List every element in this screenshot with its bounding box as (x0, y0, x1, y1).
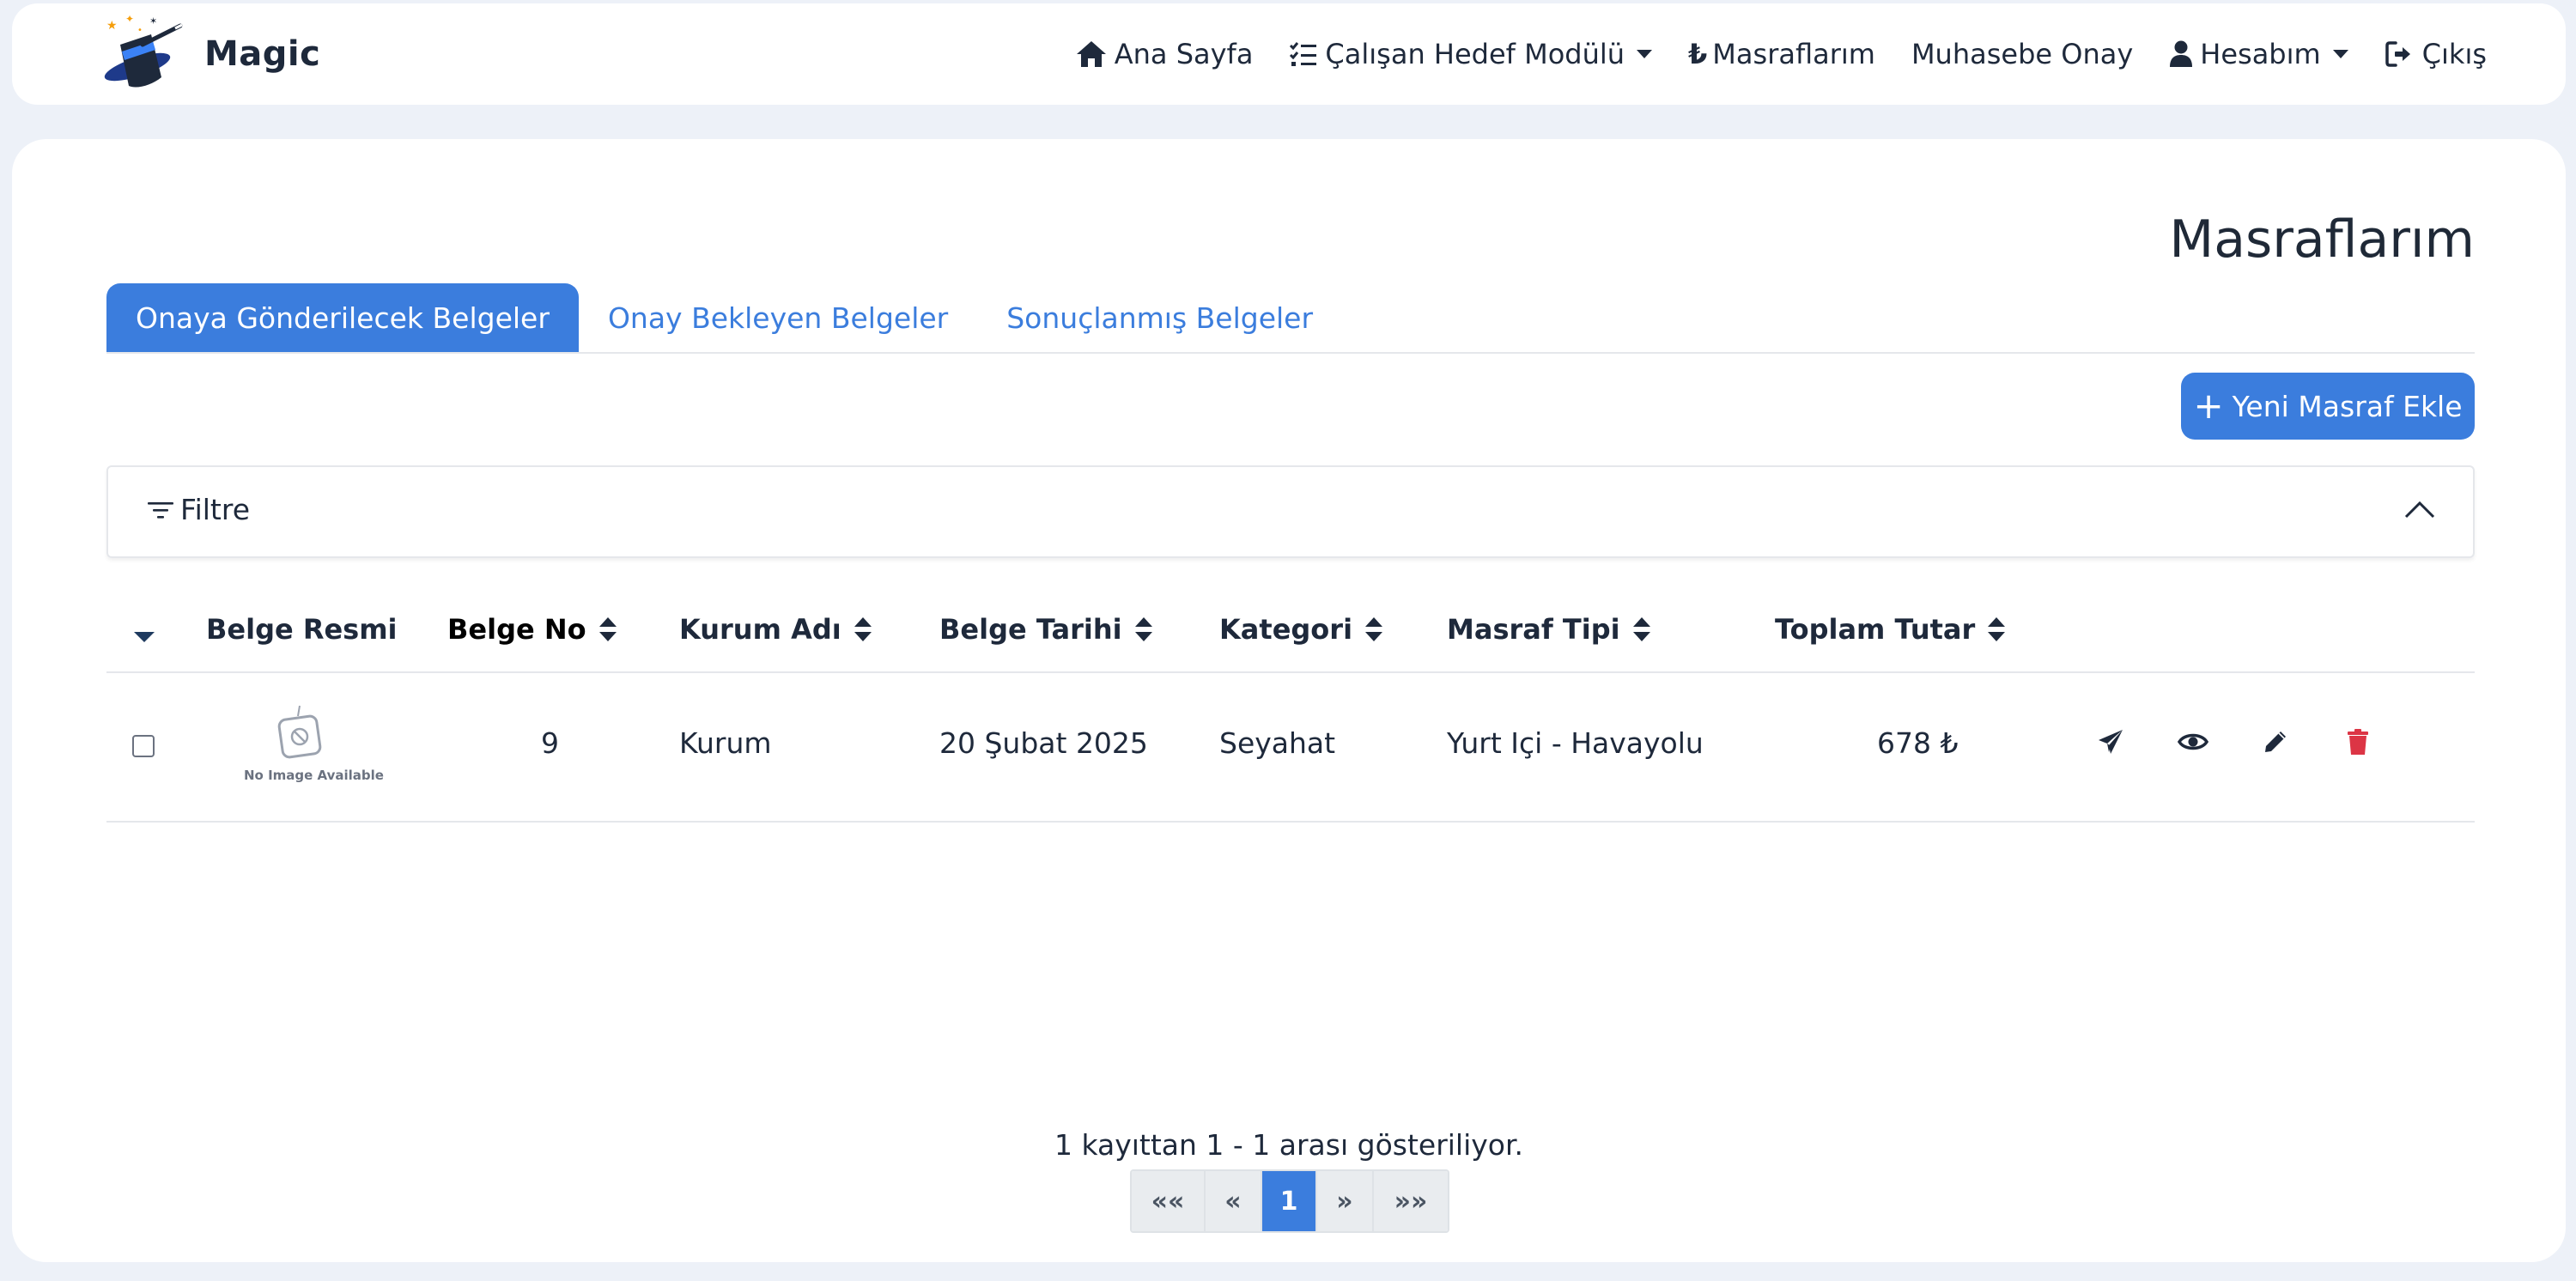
svg-text:•: • (137, 26, 143, 35)
paper-plane-icon (2099, 730, 2123, 754)
header-belge-tarihi[interactable]: Belge Tarihi (939, 613, 1153, 646)
header-belge-resmi: Belge Resmi (206, 613, 398, 646)
page-1-button[interactable]: 1 (1262, 1171, 1317, 1231)
magic-hat-logo-icon: ★ ✦ ✶ • (104, 13, 183, 88)
header-kurum-adi[interactable]: Kurum Adı (679, 613, 872, 646)
nav-menu: Ana Sayfa Çalışan Hedef Modülü ₺ Masrafl… (1075, 3, 2487, 105)
first-page-button[interactable]: «« (1132, 1171, 1206, 1231)
filter-panel: Filtre (106, 465, 2475, 558)
header-belge-no[interactable]: Belge No (447, 613, 617, 646)
send-button[interactable] (2095, 726, 2126, 757)
tab-bar: Onaya Gönderilecek Belgeler Onay Bekleye… (106, 283, 2475, 354)
cell-kurum-adi: Kurum (679, 726, 772, 760)
svg-text:★: ★ (106, 19, 118, 33)
nav-expenses[interactable]: ₺ Masraflarım (1688, 38, 1875, 70)
filter-lines-icon (148, 501, 173, 519)
filter-header[interactable]: Filtre (146, 493, 250, 526)
header-kategori[interactable]: Kategori (1219, 613, 1383, 646)
tab-pending-submission[interactable]: Onaya Gönderilecek Belgeler (106, 283, 579, 352)
delete-button[interactable] (2342, 726, 2373, 757)
page-title: Masraflarım (2169, 209, 2475, 270)
row-actions (2095, 726, 2373, 757)
home-icon (1076, 41, 1106, 67)
tab-awaiting-approval[interactable]: Onay Bekleyen Belgeler (579, 283, 977, 352)
view-button[interactable] (2178, 726, 2208, 757)
main-card: Masraflarım Onaya Gönderilecek Belgeler … (12, 139, 2566, 1262)
edit-button[interactable] (2260, 726, 2291, 757)
cell-kategori: Seyahat (1219, 726, 1336, 760)
sort-icon (1134, 617, 1152, 641)
paging-info: 1 kayıttan 1 - 1 arası gösteriliyor. (1054, 1128, 1524, 1162)
svg-text:✶: ✶ (149, 15, 157, 27)
sort-icon (598, 617, 617, 641)
select-all-dropdown-icon[interactable] (134, 632, 155, 642)
next-page-button[interactable]: » (1317, 1171, 1374, 1231)
last-page-button[interactable]: »» (1374, 1171, 1448, 1231)
no-image-placeholder[interactable]: No Image Available (244, 702, 384, 783)
chevron-up-icon[interactable] (2404, 500, 2435, 520)
nav-logout[interactable]: Çıkış (2385, 38, 2487, 70)
navbar: ★ ✦ ✶ • Magic Ana Sayfa Çalışan Hedef Mo… (12, 3, 2566, 105)
chevron-down-icon (2332, 50, 2348, 58)
plus-icon: + (2193, 385, 2224, 427)
sort-icon (1988, 617, 2006, 641)
chevron-down-icon (1637, 50, 1653, 58)
nav-account-dropdown[interactable]: Hesabım (2169, 38, 2348, 70)
no-image-text: No Image Available (244, 768, 384, 783)
lira-icon: ₺ (1688, 38, 1708, 70)
cell-masraf-tipi: Yurt Içi - Havayolu (1447, 726, 1704, 760)
pencil-icon (2265, 732, 2286, 752)
prev-page-button[interactable]: « (1206, 1171, 1262, 1231)
row-checkbox[interactable] (132, 735, 155, 757)
nav-accounting-approval[interactable]: Muhasebe Onay (1911, 38, 2133, 70)
cell-toplam-tutar: 678 ₺ (1877, 726, 1959, 760)
user-icon (2170, 40, 2193, 67)
svg-text:✦: ✦ (125, 13, 134, 25)
logout-icon (2385, 41, 2410, 67)
nav-goals-dropdown[interactable]: Çalışan Hedef Modülü (1289, 38, 1653, 70)
header-masraf-tipi[interactable]: Masraf Tipi (1447, 613, 1651, 646)
cell-belge-no: 9 (541, 726, 559, 760)
add-expense-button[interactable]: + Yeni Masraf Ekle (2181, 373, 2475, 440)
header-toplam-tutar[interactable]: Toplam Tutar (1775, 613, 2006, 646)
no-image-icon (277, 705, 322, 759)
table-row: No Image Available 9 Kurum 20 Şubat 2025… (106, 673, 2475, 823)
sort-icon (1632, 617, 1650, 641)
eye-icon (2178, 733, 2208, 750)
sort-icon (854, 617, 872, 641)
sort-icon (1365, 617, 1383, 641)
brand[interactable]: ★ ✦ ✶ • Magic (98, 10, 320, 98)
trash-icon (2348, 729, 2368, 755)
nav-home[interactable]: Ana Sayfa (1075, 38, 1253, 70)
brand-name: Magic (204, 34, 321, 74)
tab-completed[interactable]: Sonuçlanmış Belgeler (977, 283, 1342, 352)
table-header: Belge Resmi Belge No Kurum Adı Belge Tar… (106, 594, 2475, 673)
cell-belge-tarihi: 20 Şubat 2025 (939, 726, 1148, 760)
pagination: «« « 1 » »» (1130, 1169, 1449, 1233)
checklist-icon (1290, 42, 1317, 66)
